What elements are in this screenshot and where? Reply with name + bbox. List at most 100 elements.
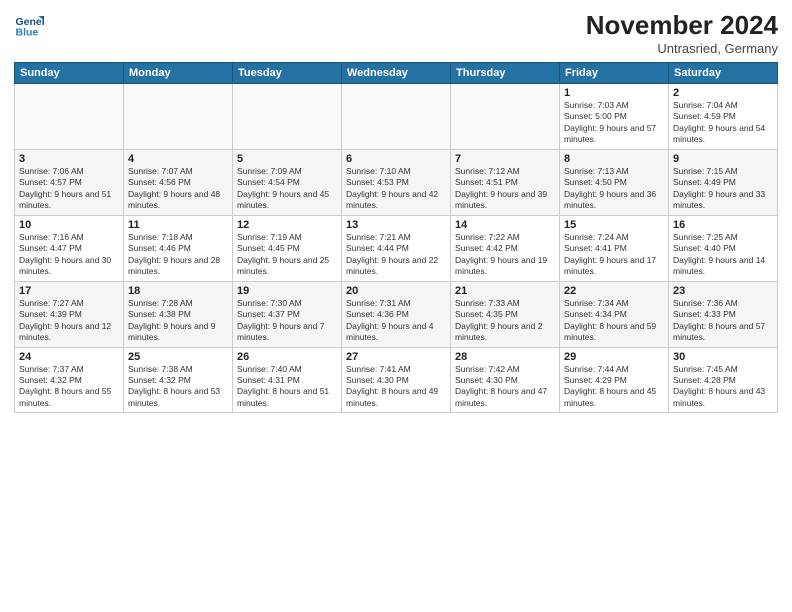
day-detail: Sunrise: 7:07 AM Sunset: 4:56 PM Dayligh… [128, 166, 228, 212]
calendar-cell: 3Sunrise: 7:06 AM Sunset: 4:57 PM Daylig… [15, 149, 124, 215]
svg-text:Blue: Blue [16, 27, 39, 39]
day-number: 19 [237, 285, 337, 297]
calendar-cell: 20Sunrise: 7:31 AM Sunset: 4:36 PM Dayli… [342, 281, 451, 347]
day-detail: Sunrise: 7:21 AM Sunset: 4:44 PM Dayligh… [346, 232, 446, 278]
day-number: 1 [564, 87, 664, 99]
day-number: 23 [673, 285, 773, 297]
calendar-cell: 8Sunrise: 7:13 AM Sunset: 4:50 PM Daylig… [560, 149, 669, 215]
page-header: General Blue November 2024 Untrasried, G… [14, 10, 778, 56]
day-number: 7 [455, 153, 555, 165]
calendar-cell: 17Sunrise: 7:27 AM Sunset: 4:39 PM Dayli… [15, 281, 124, 347]
calendar-cell: 6Sunrise: 7:10 AM Sunset: 4:53 PM Daylig… [342, 149, 451, 215]
day-number: 10 [19, 219, 119, 231]
day-detail: Sunrise: 7:27 AM Sunset: 4:39 PM Dayligh… [19, 298, 119, 344]
calendar-cell [233, 84, 342, 150]
day-detail: Sunrise: 7:13 AM Sunset: 4:50 PM Dayligh… [564, 166, 664, 212]
day-number: 5 [237, 153, 337, 165]
day-number: 8 [564, 153, 664, 165]
calendar-cell: 9Sunrise: 7:15 AM Sunset: 4:49 PM Daylig… [669, 149, 778, 215]
day-detail: Sunrise: 7:10 AM Sunset: 4:53 PM Dayligh… [346, 166, 446, 212]
day-detail: Sunrise: 7:42 AM Sunset: 4:30 PM Dayligh… [455, 364, 555, 410]
calendar-cell: 25Sunrise: 7:38 AM Sunset: 4:32 PM Dayli… [124, 347, 233, 413]
header-wednesday: Wednesday [342, 63, 451, 84]
day-detail: Sunrise: 7:34 AM Sunset: 4:34 PM Dayligh… [564, 298, 664, 344]
day-number: 15 [564, 219, 664, 231]
day-number: 22 [564, 285, 664, 297]
day-number: 14 [455, 219, 555, 231]
day-detail: Sunrise: 7:22 AM Sunset: 4:42 PM Dayligh… [455, 232, 555, 278]
day-number: 4 [128, 153, 228, 165]
page-title: November 2024 [586, 10, 778, 41]
day-number: 18 [128, 285, 228, 297]
day-detail: Sunrise: 7:15 AM Sunset: 4:49 PM Dayligh… [673, 166, 773, 212]
header-saturday: Saturday [669, 63, 778, 84]
day-number: 16 [673, 219, 773, 231]
calendar-cell: 7Sunrise: 7:12 AM Sunset: 4:51 PM Daylig… [451, 149, 560, 215]
calendar-cell [451, 84, 560, 150]
calendar-cell: 27Sunrise: 7:41 AM Sunset: 4:30 PM Dayli… [342, 347, 451, 413]
calendar-cell: 11Sunrise: 7:18 AM Sunset: 4:46 PM Dayli… [124, 215, 233, 281]
day-number: 27 [346, 351, 446, 363]
calendar-cell: 4Sunrise: 7:07 AM Sunset: 4:56 PM Daylig… [124, 149, 233, 215]
day-number: 12 [237, 219, 337, 231]
day-detail: Sunrise: 7:12 AM Sunset: 4:51 PM Dayligh… [455, 166, 555, 212]
calendar-cell: 30Sunrise: 7:45 AM Sunset: 4:28 PM Dayli… [669, 347, 778, 413]
calendar-cell: 15Sunrise: 7:24 AM Sunset: 4:41 PM Dayli… [560, 215, 669, 281]
calendar-cell: 5Sunrise: 7:09 AM Sunset: 4:54 PM Daylig… [233, 149, 342, 215]
calendar-cell: 21Sunrise: 7:33 AM Sunset: 4:35 PM Dayli… [451, 281, 560, 347]
day-detail: Sunrise: 7:19 AM Sunset: 4:45 PM Dayligh… [237, 232, 337, 278]
calendar-week-4: 24Sunrise: 7:37 AM Sunset: 4:32 PM Dayli… [15, 347, 778, 413]
day-number: 9 [673, 153, 773, 165]
calendar-cell: 19Sunrise: 7:30 AM Sunset: 4:37 PM Dayli… [233, 281, 342, 347]
day-number: 24 [19, 351, 119, 363]
day-detail: Sunrise: 7:04 AM Sunset: 4:59 PM Dayligh… [673, 100, 773, 146]
calendar-cell: 1Sunrise: 7:03 AM Sunset: 5:00 PM Daylig… [560, 84, 669, 150]
calendar-cell: 16Sunrise: 7:25 AM Sunset: 4:40 PM Dayli… [669, 215, 778, 281]
calendar-cell: 29Sunrise: 7:44 AM Sunset: 4:29 PM Dayli… [560, 347, 669, 413]
day-number: 30 [673, 351, 773, 363]
day-number: 25 [128, 351, 228, 363]
calendar-cell: 24Sunrise: 7:37 AM Sunset: 4:32 PM Dayli… [15, 347, 124, 413]
day-detail: Sunrise: 7:06 AM Sunset: 4:57 PM Dayligh… [19, 166, 119, 212]
header-tuesday: Tuesday [233, 63, 342, 84]
header-monday: Monday [124, 63, 233, 84]
day-detail: Sunrise: 7:31 AM Sunset: 4:36 PM Dayligh… [346, 298, 446, 344]
calendar-week-2: 10Sunrise: 7:16 AM Sunset: 4:47 PM Dayli… [15, 215, 778, 281]
day-detail: Sunrise: 7:45 AM Sunset: 4:28 PM Dayligh… [673, 364, 773, 410]
logo-icon: General Blue [14, 10, 44, 40]
day-number: 17 [19, 285, 119, 297]
calendar-cell [15, 84, 124, 150]
day-detail: Sunrise: 7:18 AM Sunset: 4:46 PM Dayligh… [128, 232, 228, 278]
day-detail: Sunrise: 7:37 AM Sunset: 4:32 PM Dayligh… [19, 364, 119, 410]
calendar-cell [342, 84, 451, 150]
day-number: 28 [455, 351, 555, 363]
calendar-table: SundayMondayTuesdayWednesdayThursdayFrid… [14, 62, 778, 413]
calendar-header-row: SundayMondayTuesdayWednesdayThursdayFrid… [15, 63, 778, 84]
day-detail: Sunrise: 7:28 AM Sunset: 4:38 PM Dayligh… [128, 298, 228, 344]
calendar-week-3: 17Sunrise: 7:27 AM Sunset: 4:39 PM Dayli… [15, 281, 778, 347]
calendar-cell: 10Sunrise: 7:16 AM Sunset: 4:47 PM Dayli… [15, 215, 124, 281]
day-detail: Sunrise: 7:36 AM Sunset: 4:33 PM Dayligh… [673, 298, 773, 344]
calendar-week-1: 3Sunrise: 7:06 AM Sunset: 4:57 PM Daylig… [15, 149, 778, 215]
calendar-cell: 18Sunrise: 7:28 AM Sunset: 4:38 PM Dayli… [124, 281, 233, 347]
header-thursday: Thursday [451, 63, 560, 84]
calendar-cell [124, 84, 233, 150]
day-number: 6 [346, 153, 446, 165]
calendar-cell: 26Sunrise: 7:40 AM Sunset: 4:31 PM Dayli… [233, 347, 342, 413]
day-number: 20 [346, 285, 446, 297]
day-number: 29 [564, 351, 664, 363]
logo: General Blue [14, 10, 44, 40]
day-number: 21 [455, 285, 555, 297]
calendar-cell: 23Sunrise: 7:36 AM Sunset: 4:33 PM Dayli… [669, 281, 778, 347]
day-number: 26 [237, 351, 337, 363]
day-detail: Sunrise: 7:25 AM Sunset: 4:40 PM Dayligh… [673, 232, 773, 278]
calendar-cell: 22Sunrise: 7:34 AM Sunset: 4:34 PM Dayli… [560, 281, 669, 347]
calendar-week-0: 1Sunrise: 7:03 AM Sunset: 5:00 PM Daylig… [15, 84, 778, 150]
day-detail: Sunrise: 7:16 AM Sunset: 4:47 PM Dayligh… [19, 232, 119, 278]
day-number: 11 [128, 219, 228, 231]
day-detail: Sunrise: 7:41 AM Sunset: 4:30 PM Dayligh… [346, 364, 446, 410]
day-detail: Sunrise: 7:44 AM Sunset: 4:29 PM Dayligh… [564, 364, 664, 410]
calendar-cell: 13Sunrise: 7:21 AM Sunset: 4:44 PM Dayli… [342, 215, 451, 281]
day-number: 13 [346, 219, 446, 231]
calendar-cell: 14Sunrise: 7:22 AM Sunset: 4:42 PM Dayli… [451, 215, 560, 281]
